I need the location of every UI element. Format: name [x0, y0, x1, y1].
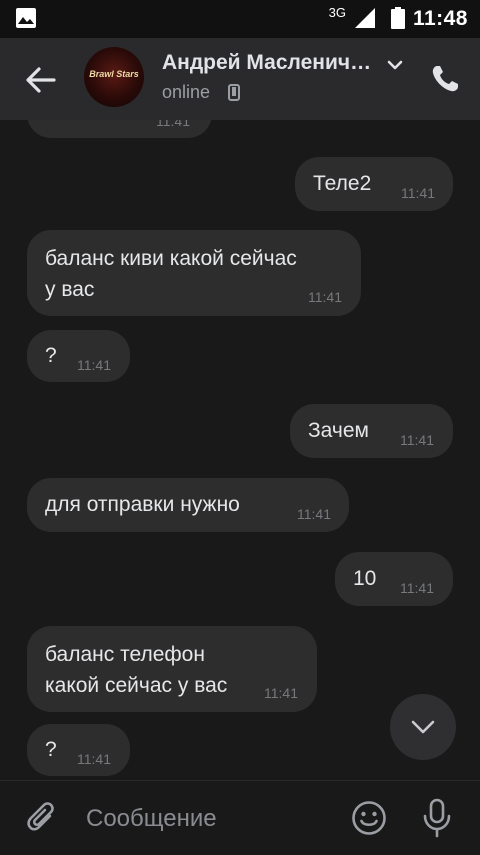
- arrow-left-icon[interactable]: [24, 63, 58, 97]
- message-bubble-incoming[interactable]: для отправки нужно 11:41: [27, 478, 349, 532]
- message-text: Теле2: [313, 172, 372, 195]
- message-bubble-incoming[interactable]: ? 11:41: [27, 724, 130, 776]
- battery-icon: [391, 7, 405, 29]
- message-bubble-outgoing[interactable]: 10 11:41: [335, 552, 453, 606]
- message-time: 11:41: [401, 185, 435, 201]
- chat-header: Brawl Stars Андрей Маслениченко online: [0, 38, 480, 120]
- message-bubble-incoming[interactable]: 11:41: [27, 120, 212, 138]
- chevron-down-icon[interactable]: [386, 58, 404, 72]
- avatar[interactable]: Brawl Stars: [84, 47, 144, 107]
- message-text: 10: [353, 567, 377, 590]
- message-text: баланс киви какой сейчас у вас: [45, 247, 297, 301]
- phone-icon[interactable]: [430, 64, 460, 94]
- mobile-device-icon: [228, 84, 240, 101]
- message-text: ?: [45, 344, 57, 367]
- message-time: 11:41: [264, 685, 298, 701]
- message-bubble-incoming[interactable]: баланс киви какой сейчас у вас 11:41: [27, 230, 361, 316]
- contact-status: online: [162, 82, 211, 102]
- signal-icon: [355, 8, 375, 28]
- message-text: Зачем: [308, 419, 369, 442]
- message-text: для отправки нужно: [45, 493, 240, 516]
- message-time: 11:41: [77, 751, 111, 767]
- smile-icon[interactable]: [351, 800, 387, 836]
- message-text: баланс телефон какой сейчас у вас: [45, 643, 228, 697]
- message-time: 11:41: [400, 580, 434, 596]
- status-bar: 3G 11:48: [0, 0, 480, 38]
- gallery-notification-icon: [16, 8, 36, 28]
- clock: 11:48: [412, 7, 468, 30]
- message-bubble-outgoing[interactable]: Зачем 11:41: [290, 404, 453, 458]
- message-input[interactable]: Сообщение: [86, 805, 217, 833]
- scroll-down-button[interactable]: [390, 694, 456, 760]
- contact-name[interactable]: Андрей Маслениченко: [162, 51, 374, 75]
- message-time: 11:41: [297, 506, 331, 522]
- message-time: 11:41: [77, 357, 111, 373]
- composer: Сообщение: [0, 780, 480, 855]
- avatar-logo: Brawl Stars: [89, 69, 139, 79]
- network-type: 3G: [328, 5, 346, 20]
- chevron-down-icon: [411, 720, 435, 734]
- message-time: 11:41: [400, 432, 434, 448]
- message-time: 11:41: [308, 289, 342, 305]
- message-time: 11:41: [156, 120, 190, 129]
- message-text: ?: [45, 738, 57, 761]
- microphone-icon[interactable]: [422, 798, 452, 838]
- message-list[interactable]: 11:41 Теле2 11:41 баланс киви какой сейч…: [0, 120, 480, 780]
- paperclip-icon[interactable]: [26, 801, 58, 837]
- message-bubble-incoming[interactable]: баланс телефон какой сейчас у вас 11:41: [27, 626, 317, 712]
- message-bubble-incoming[interactable]: ? 11:41: [27, 330, 130, 382]
- message-bubble-outgoing[interactable]: Теле2 11:41: [295, 157, 453, 211]
